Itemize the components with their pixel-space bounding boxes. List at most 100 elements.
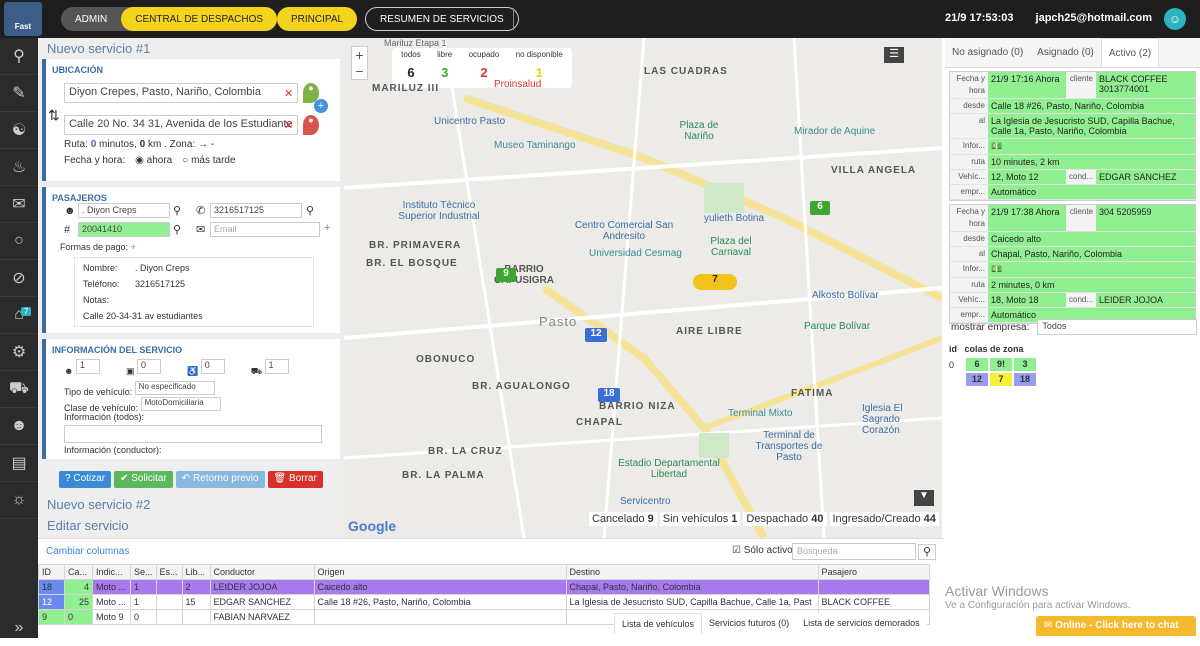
- map[interactable]: + − todos libre ocupado no disponible 6 3 2 …: [344, 38, 942, 538]
- destino-pin-icon[interactable]: ●: [303, 115, 319, 135]
- id-card-icon[interactable]: ▤: [0, 445, 38, 482]
- admin-button[interactable]: ADMIN: [61, 7, 121, 31]
- money-icon: 💵: [991, 141, 1003, 151]
- zone-cell: 3: [1014, 358, 1036, 371]
- chat-widget[interactable]: ✉ Online - Click here to chat: [1036, 616, 1196, 636]
- zone-cell: 18: [1014, 373, 1036, 386]
- wheelchair-select[interactable]: ♿ 0: [187, 359, 225, 378]
- vehicle-marker[interactable]: 9: [496, 268, 516, 282]
- search-icon[interactable]: ⚲: [173, 204, 181, 217]
- bell-icon[interactable]: ♨: [0, 149, 38, 186]
- app-logo[interactable]: Fast: [4, 2, 42, 36]
- tipo-vehiculo-select[interactable]: No especificado: [134, 381, 215, 395]
- email-input[interactable]: Email: [210, 222, 320, 237]
- vehicle-marker[interactable]: 12: [585, 328, 607, 342]
- divider: [513, 8, 514, 30]
- block-icon[interactable]: ⊘: [0, 260, 38, 297]
- filter-icon[interactable]: ▼: [914, 490, 934, 506]
- handshake-icon[interactable]: ☯: [0, 112, 38, 149]
- table-row[interactable]: 12 25 Moto ... 1 15 EDGAR SANCHEZ Calle 18 #26…: [38, 594, 931, 610]
- new-service-panel: Nuevo servicio #1 UBICACIÓN Diyon Crepes…: [38, 38, 344, 538]
- cambiar-columnas-link[interactable]: Cambiar columnas: [46, 546, 129, 557]
- place-label: BARRIO NIZA: [599, 401, 676, 412]
- service-card[interactable]: Fecha y hora 21/9 17:16 Ahora cliente BLACK…: [949, 71, 1196, 201]
- place-label: Pasto: [539, 314, 578, 329]
- zoom-controls[interactable]: + −: [351, 46, 368, 80]
- luggage-select[interactable]: ▣ 0: [126, 359, 161, 378]
- retorno-previo-button[interactable]: ↶ Retorno previo: [175, 471, 265, 488]
- solicitar-button[interactable]: ✔ Solicitar: [114, 471, 173, 488]
- table-row[interactable]: 18 4 Moto ... 1 2 LEIDER JOJOA Caicedo alto Cha…: [38, 579, 931, 595]
- tab-asignado[interactable]: Asignado (0): [1030, 38, 1101, 67]
- mostrar-empresa-select[interactable]: Todos: [1037, 319, 1198, 335]
- place-label: Plaza de Nariño: [679, 120, 719, 142]
- swap-icon[interactable]: ⇅: [48, 107, 60, 124]
- clase-vehiculo-select[interactable]: MotoDomiciliaria: [140, 397, 221, 411]
- resumen-servicios-button[interactable]: RESUMEN DE SERVICIOS: [365, 7, 519, 31]
- service-card[interactable]: Fecha y hora 21/9 17:38 Ahora cliente 304 5…: [949, 204, 1196, 324]
- taxi-marker[interactable]: 7: [693, 274, 737, 290]
- place-label: Terminal de Transportes de Pasto: [755, 430, 823, 463]
- bank-icon[interactable]: ⌂: [0, 297, 38, 334]
- solo-activo-checkbox[interactable]: ☑ Sólo activo: [732, 545, 793, 556]
- origen-input[interactable]: Diyon Crepes, Pasto, Nariño, Colombia: [64, 83, 298, 103]
- place-label: Universidad Cesmag: [589, 248, 682, 259]
- user-avatar-icon[interactable]: ☺: [1164, 8, 1186, 30]
- clear-origen-icon[interactable]: ✕: [284, 87, 293, 100]
- search-icon[interactable]: ⚲: [918, 544, 936, 560]
- car-select[interactable]: ⛟ 1: [251, 359, 289, 378]
- busqueda-input[interactable]: Búsqueda: [792, 543, 916, 560]
- pasajero-telefono-input[interactable]: 3216517125: [210, 203, 302, 218]
- place-label: Unicentro Pasto: [434, 116, 506, 127]
- search-icon[interactable]: ⚲: [0, 38, 38, 75]
- ruta-info: Ruta: 0 minutos, 0 km . Zona: → -: [64, 139, 215, 150]
- tab-servicios-futuros[interactable]: Servicios futuros (0): [702, 613, 796, 634]
- tab-lista-vehiculos[interactable]: Lista de vehículos: [614, 613, 703, 634]
- panel-title[interactable]: Nuevo servicio #1: [38, 38, 344, 59]
- principal-button[interactable]: PRINCIPAL: [277, 7, 358, 31]
- vehicle-counts-box: todos libre ocupado no disponible 6 3 2 1: [392, 48, 572, 88]
- person-select[interactable]: ☻ 1: [64, 359, 100, 378]
- expand-icon[interactable]: »: [0, 609, 38, 646]
- user-icon[interactable]: ☻: [0, 408, 38, 445]
- chat-icon[interactable]: ✉: [0, 186, 38, 223]
- car-icon[interactable]: ⛟: [0, 371, 38, 408]
- section-title: INFORMACIÓN DEL SERVICIO: [52, 345, 183, 355]
- add-pasajero-icon[interactable]: +: [324, 222, 330, 234]
- service-tabs: No asignado (0) Asignado (0) Activo (2): [945, 38, 1200, 68]
- vehicle-marker[interactable]: 6: [810, 201, 830, 215]
- pasajero-nombre-input[interactable]: . Diyon Creps: [78, 203, 170, 218]
- add-pago-icon[interactable]: +: [131, 242, 136, 252]
- place-label: Mirador de Aquine: [794, 126, 876, 137]
- ahora-radio[interactable]: ◉ ahora: [135, 155, 172, 166]
- traffic-light-icon[interactable]: ○: [0, 223, 38, 260]
- search-icon[interactable]: ⚲: [306, 204, 314, 217]
- zone-cell: 6: [966, 358, 988, 371]
- google-logo: Google: [348, 518, 397, 534]
- nuevo-servicio-2[interactable]: Nuevo servicio #2: [38, 494, 159, 515]
- cotizar-button[interactable]: ? Cotizar: [59, 471, 112, 488]
- mas-tarde-radio[interactable]: ○ más tarde: [182, 155, 235, 166]
- tab-no-asignado[interactable]: No asignado (0): [945, 38, 1030, 67]
- place-label: BR. EL BOSQUE: [366, 258, 458, 269]
- gear-icon[interactable]: ⚙: [0, 334, 38, 371]
- place-label: MARILUZ III: [372, 83, 440, 94]
- tab-servicios-demorados[interactable]: Lista de servicios demorados: [796, 613, 927, 634]
- document-icon[interactable]: ✎: [0, 75, 38, 112]
- clear-destino-icon[interactable]: ✕: [284, 119, 293, 132]
- central-despachos-button[interactable]: CENTRAL DE DESPACHOS: [121, 7, 278, 31]
- user-settings-icon[interactable]: ☼: [0, 482, 38, 519]
- tab-activo[interactable]: Activo (2): [1100, 38, 1160, 67]
- destino-input[interactable]: Calle 20 No. 34 31, Avenida de los Estud…: [64, 115, 298, 135]
- user-email[interactable]: japch25@hotmail.com: [1036, 12, 1152, 24]
- pasajero-id-input[interactable]: 20041410: [78, 222, 170, 237]
- formas-pago-label: Formas de pago: +: [60, 242, 136, 252]
- vehicle-marker[interactable]: 18: [598, 388, 620, 402]
- info-todos-input[interactable]: [64, 425, 322, 443]
- vehicles-list: Cambiar columnas ☑ Sólo activo Búsqueda …: [38, 538, 944, 638]
- editar-servicio[interactable]: Editar servicio: [38, 515, 138, 536]
- add-stop-icon[interactable]: +: [314, 99, 328, 113]
- map-menu-icon[interactable]: ☰: [884, 47, 904, 63]
- borrar-button[interactable]: 🗑 Borrar: [267, 471, 323, 488]
- search-icon[interactable]: ⚲: [173, 223, 181, 236]
